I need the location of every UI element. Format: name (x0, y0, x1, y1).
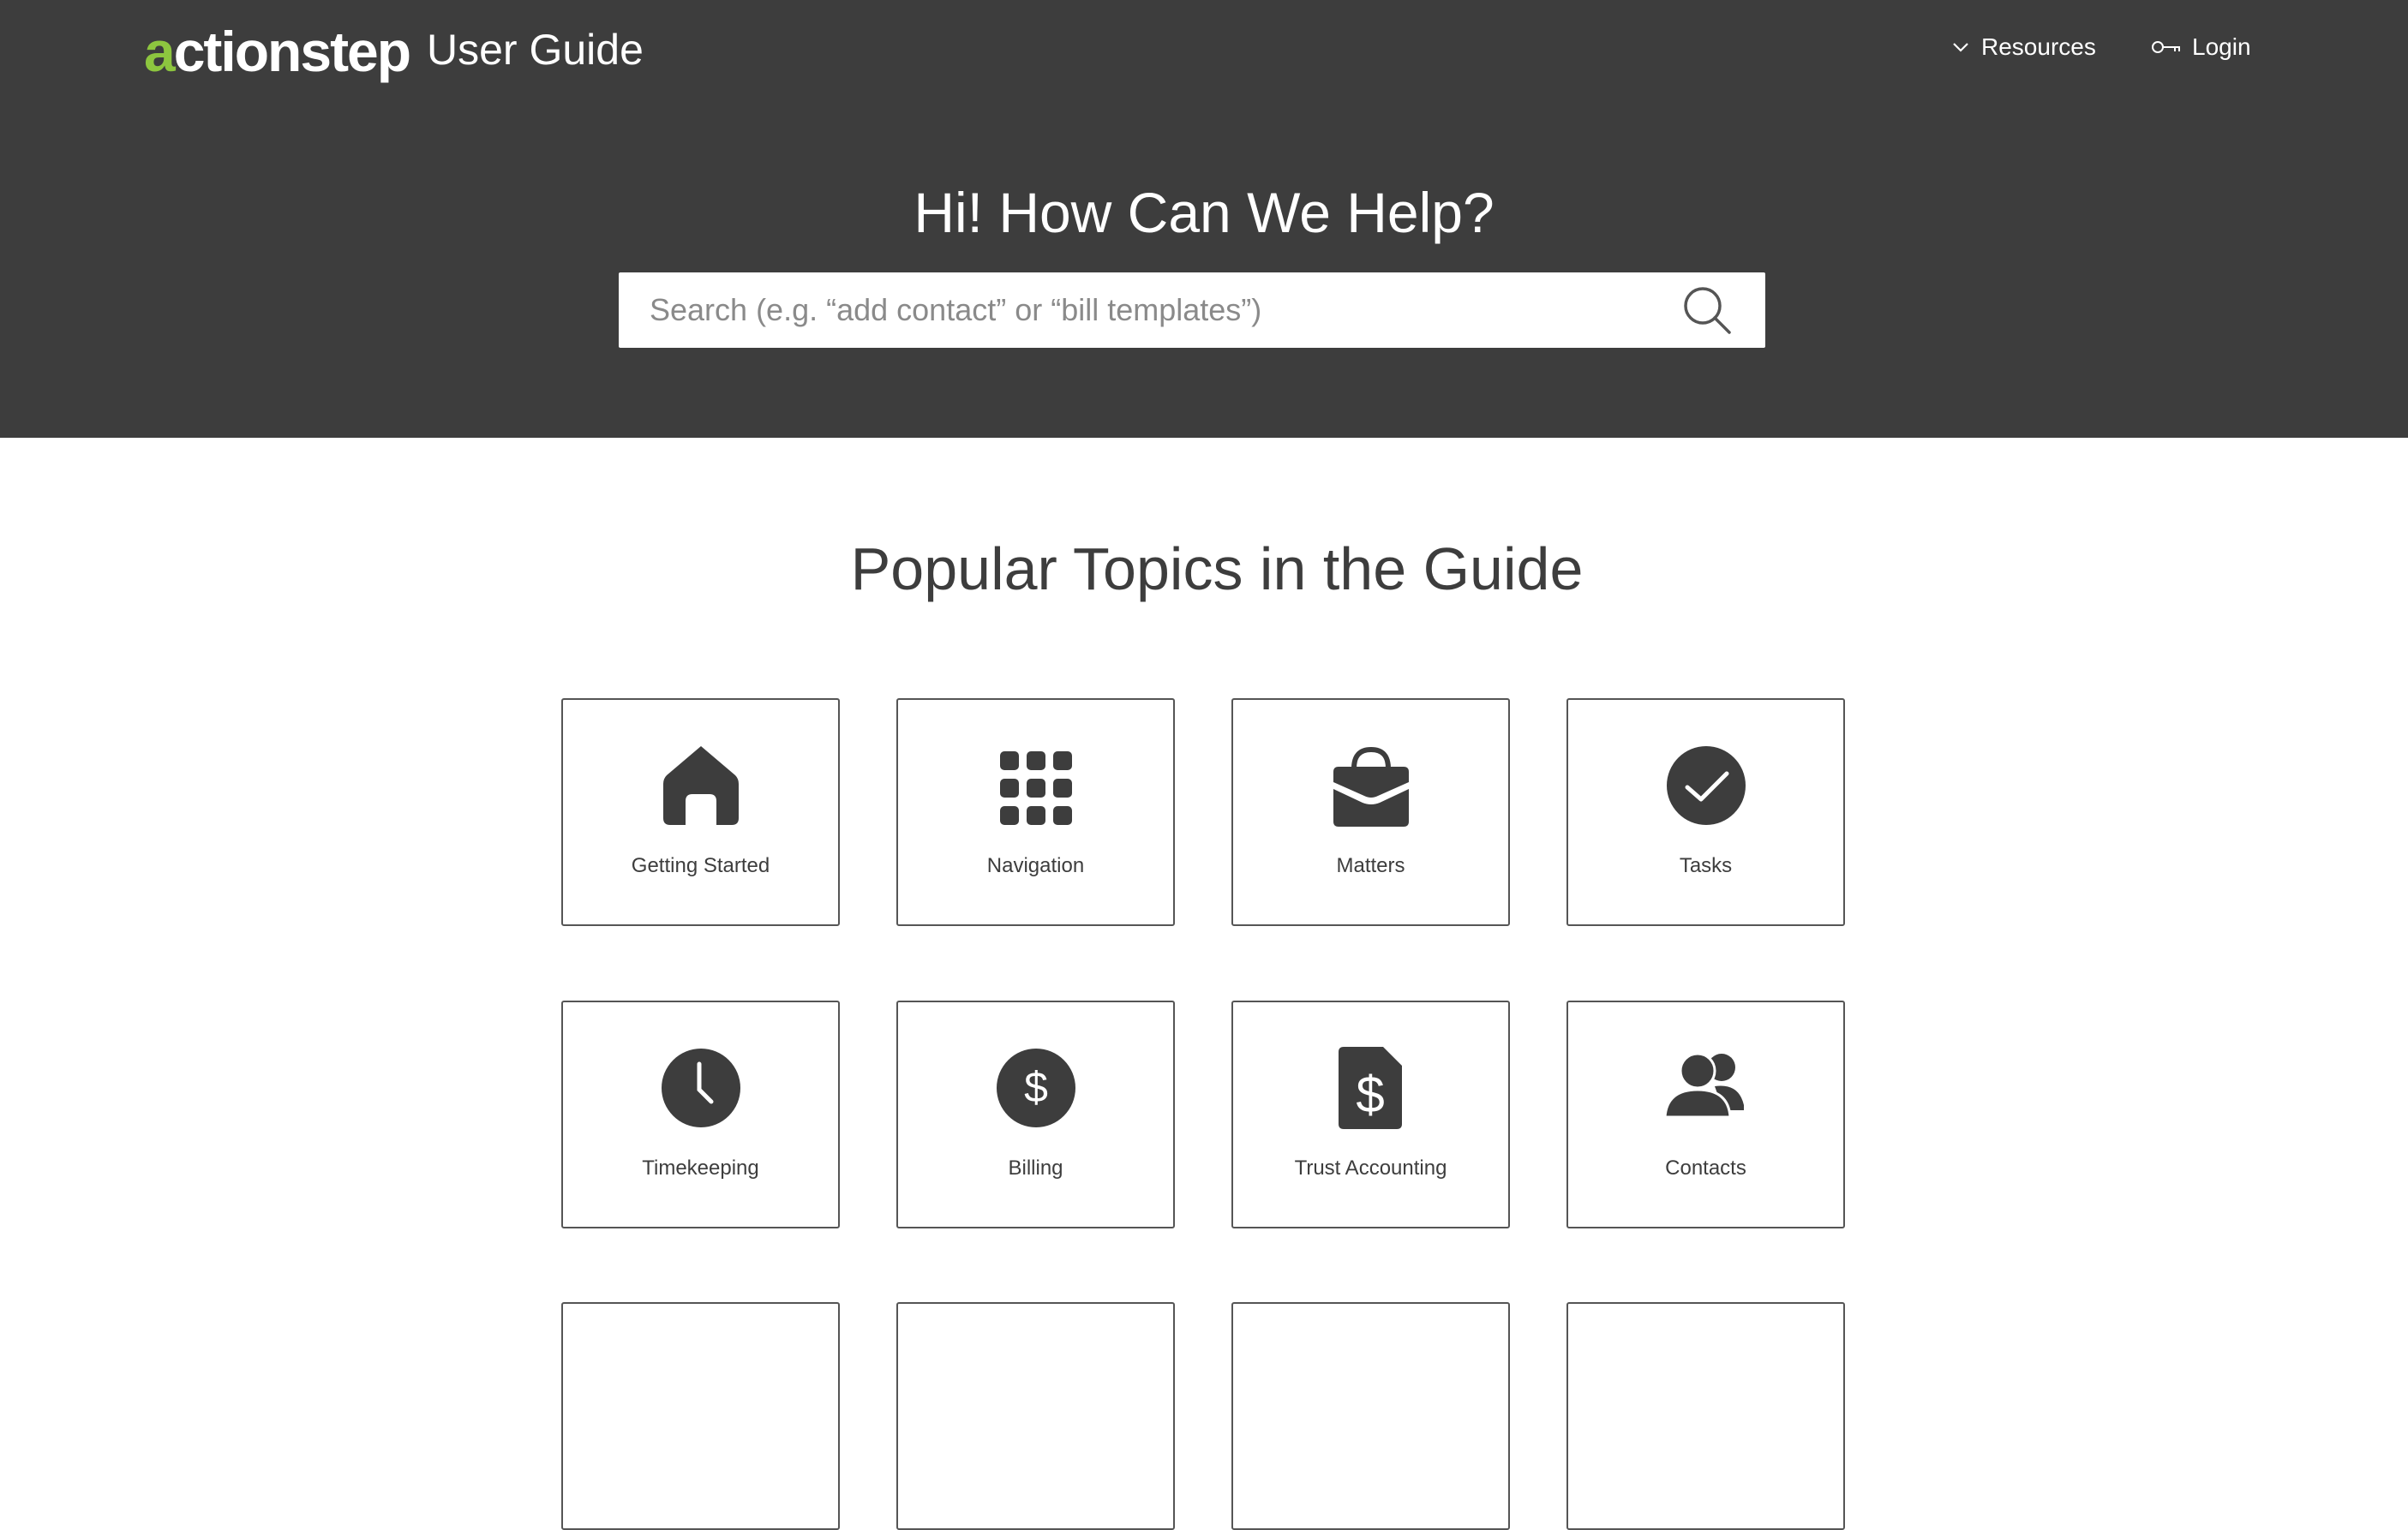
chevron-down-icon (1953, 43, 1968, 52)
topic-card[interactable] (1566, 1302, 1845, 1530)
actionstep-logo[interactable]: a ctionstep (144, 17, 411, 86)
resources-menu[interactable]: Resources (1950, 27, 2096, 67)
grid-icon (999, 751, 1072, 825)
topic-card-billing[interactable]: $ Billing (896, 1001, 1175, 1228)
topic-label: Trust Accounting (1294, 1156, 1447, 1180)
hero-heading: Hi! How Can We Help? (913, 181, 1495, 244)
topic-card[interactable] (561, 1302, 840, 1530)
topic-card-navigation[interactable]: Navigation (896, 698, 1175, 926)
checkmark-circle-icon (1666, 746, 1746, 825)
briefcase-icon (1333, 746, 1409, 827)
search-icon[interactable] (1680, 283, 1734, 338)
topic-label: Tasks (1679, 854, 1733, 877)
topic-label: Contacts (1665, 1156, 1746, 1180)
logo-letter-a: a (144, 20, 176, 83)
topic-label: Timekeeping (642, 1156, 759, 1180)
topic-card-contacts[interactable]: Contacts (1566, 1001, 1845, 1228)
topic-card-tasks[interactable]: Tasks (1566, 698, 1845, 926)
dollar-circle-icon: $ (996, 1049, 1075, 1127)
site-title[interactable]: User Guide (427, 22, 644, 77)
topic-label: Getting Started (631, 854, 770, 877)
clock-icon (661, 1049, 740, 1127)
topic-card-getting-started[interactable]: Getting Started (561, 698, 840, 926)
key-icon (2152, 41, 2180, 53)
home-icon (662, 746, 739, 825)
topic-card-trust-accounting[interactable]: $ Trust Accounting (1231, 1001, 1510, 1228)
svg-text:$: $ (1356, 1066, 1384, 1123)
topic-label: Billing (1008, 1156, 1063, 1180)
logo-wordmark: ctionstep (173, 20, 411, 83)
topic-card[interactable] (1231, 1302, 1510, 1530)
people-icon (1662, 1052, 1744, 1119)
topic-label: Navigation (986, 854, 1085, 877)
topic-card-matters[interactable]: Matters (1231, 698, 1510, 926)
search-bar (619, 272, 1765, 348)
svg-text:$: $ (1024, 1063, 1048, 1111)
topic-card[interactable] (896, 1302, 1175, 1530)
section-title: Popular Topics in the Guide (850, 535, 1584, 602)
login-link[interactable]: Login (2151, 27, 2251, 67)
resources-label: Resources (1981, 33, 2096, 60)
topic-label: Matters (1336, 854, 1405, 877)
search-input[interactable] (650, 272, 1661, 348)
site-header: a ctionstep User Guide Resources Login Hi… (0, 0, 2408, 438)
dollar-document-icon: $ (1338, 1047, 1402, 1129)
topic-card-timekeeping[interactable]: Timekeeping (561, 1001, 840, 1228)
login-label: Login (2192, 33, 2251, 60)
